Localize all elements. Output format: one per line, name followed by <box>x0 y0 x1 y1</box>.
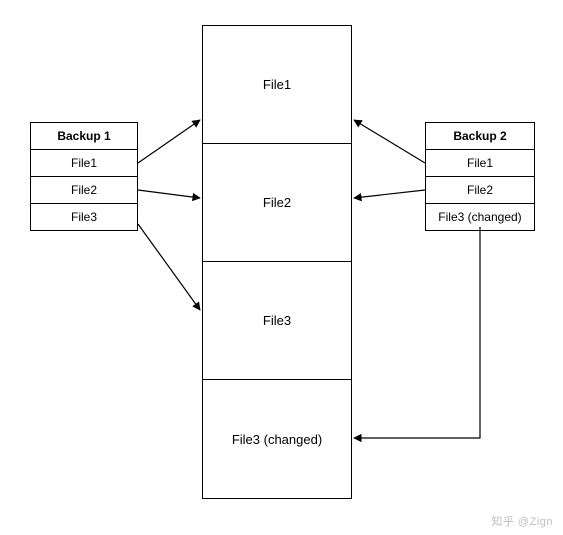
arrow-b2-file3changed <box>354 227 480 438</box>
backup1-row: File2 <box>31 177 137 204</box>
arrow-b1-file1 <box>138 120 200 163</box>
backup1-box: Backup 1 File1 File2 File3 <box>30 122 138 231</box>
center-row: File3 (changed) <box>203 380 351 498</box>
arrow-b1-file2 <box>138 190 200 198</box>
backup2-header: Backup 2 <box>426 123 534 150</box>
backup1-row: File3 <box>31 204 137 230</box>
arrow-b1-file3 <box>138 224 200 310</box>
arrow-b2-file2 <box>354 190 425 198</box>
backup1-header: Backup 1 <box>31 123 137 150</box>
backup2-box: Backup 2 File1 File2 File3 (changed) <box>425 122 535 231</box>
backup2-row: File2 <box>426 177 534 204</box>
center-row: File3 <box>203 262 351 380</box>
center-row: File2 <box>203 144 351 262</box>
arrow-b2-file1 <box>354 120 425 163</box>
center-row: File1 <box>203 26 351 144</box>
backup2-row: File3 (changed) <box>426 204 534 230</box>
watermark-text: 知乎 @Zign <box>491 513 553 529</box>
backup2-row: File1 <box>426 150 534 177</box>
backup1-row: File1 <box>31 150 137 177</box>
center-store-box: File1 File2 File3 File3 (changed) <box>202 25 352 499</box>
